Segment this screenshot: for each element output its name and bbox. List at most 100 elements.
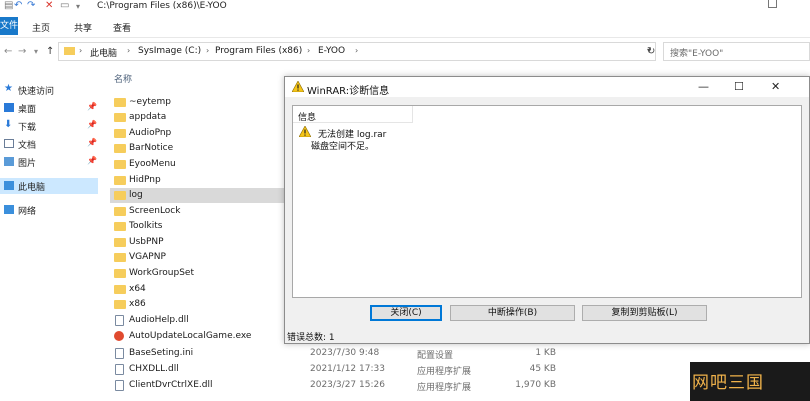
refresh-icon[interactable]: ↻ — [647, 46, 655, 57]
dialog-titlebar[interactable]: WinRAR:诊断信息 — ☐ ✕ — [285, 77, 809, 97]
breadcrumb-pc[interactable]: 此电脑 — [90, 46, 117, 59]
file-name: ~eytemp — [129, 97, 171, 107]
sidebar-item-pictures[interactable]: 图片 📌 — [0, 154, 98, 170]
list-item[interactable]: ClientDvrCtrlXE.dll — [110, 378, 285, 393]
file-type: 应用程序扩展 — [417, 367, 472, 377]
file-size: 1 KB — [535, 348, 556, 358]
list-item[interactable]: BarNotice — [110, 141, 285, 156]
column-header-name[interactable]: 名称 — [114, 72, 132, 85]
up-icon[interactable]: ↑ — [46, 46, 54, 57]
sidebar-item-documents[interactable]: 文档 📌 — [0, 136, 98, 152]
breadcrumb-eyoo[interactable]: E-YOO — [318, 46, 345, 56]
list-item[interactable]: appdata — [110, 110, 285, 125]
properties-icon[interactable]: ▤ — [4, 0, 13, 11]
folder-icon — [114, 222, 126, 231]
diagnostic-message-list[interactable]: 信息 无法创建 log.rar 磁盘空间不足。 — [292, 105, 802, 298]
delete-icon[interactable]: ✕ — [45, 0, 53, 11]
sidebar-item-label: 快速访问 — [18, 87, 55, 97]
folder-icon — [114, 98, 126, 107]
network-icon — [4, 205, 14, 214]
recent-dropdown-icon[interactable]: ▾ — [34, 47, 38, 56]
folder-icon — [114, 160, 126, 169]
list-item[interactable]: UsbPNP — [110, 235, 285, 250]
close-icon[interactable]: ✕ — [771, 80, 780, 93]
pin-icon[interactable]: 📌 — [87, 156, 97, 165]
close-button[interactable]: 关闭(C) — [370, 305, 442, 321]
back-icon[interactable]: ← — [4, 46, 12, 57]
column-header-info[interactable]: 信息 — [293, 106, 413, 123]
folder-icon — [114, 207, 126, 216]
breadcrumb-drive[interactable]: SysImage (C:) — [138, 46, 201, 56]
folder-icon: ▭ — [60, 0, 70, 11]
folder-icon — [114, 269, 126, 278]
navigation-pane: ★ 快速访问 桌面 📌 ⬇ 下载 📌 文档 📌 图片 📌 此电脑 网络 — [0, 66, 100, 401]
file-name: x86 — [129, 299, 146, 309]
maximize-icon[interactable]: ☐ — [734, 80, 744, 93]
sidebar-item-desktop[interactable]: 桌面 📌 — [0, 100, 98, 116]
restore-icon[interactable] — [768, 0, 777, 8]
dialog-title: WinRAR:诊断信息 — [307, 86, 390, 97]
list-item[interactable]: WorkGroupSet — [110, 266, 285, 281]
file-name: BarNotice — [129, 143, 174, 153]
address-bar[interactable]: › 此电脑 › SysImage (C:) › Program Files (x… — [58, 42, 656, 61]
search-input[interactable]: 搜索"E-YOO" — [663, 42, 810, 61]
list-item[interactable]: AudioHelp.dll — [110, 313, 285, 328]
error-count: 错误总数: 1 — [287, 333, 335, 343]
folder-icon — [114, 144, 126, 153]
ribbon: 文件 主页 共享 查看 — [0, 14, 810, 38]
file-type: 配置设置 — [417, 351, 454, 361]
list-item[interactable]: AudioPnp — [110, 126, 285, 141]
folder-icon — [114, 300, 126, 309]
tab-share[interactable]: 共享 — [74, 21, 92, 34]
undo-icon[interactable]: ↶ — [14, 0, 22, 11]
list-item[interactable]: x64 — [110, 282, 285, 297]
copy-to-clipboard-button[interactable]: 复制到剪贴板(L) — [582, 305, 707, 321]
list-item[interactable]: log — [110, 188, 285, 203]
list-item[interactable]: CHXDLL.dll — [110, 362, 285, 377]
list-item[interactable]: AutoUpdateLocalGame.exe — [110, 329, 285, 344]
file-name: ScreenLock — [129, 206, 181, 216]
pin-icon[interactable]: 📌 — [87, 120, 97, 129]
breadcrumb-program-files[interactable]: Program Files (x86) — [215, 46, 302, 56]
pin-icon[interactable]: 📌 — [87, 138, 97, 147]
sidebar-item-downloads[interactable]: ⬇ 下载 📌 — [0, 118, 98, 134]
list-item[interactable]: BaseSeting.ini — [110, 346, 285, 361]
sidebar-item-network[interactable]: 网络 — [0, 202, 98, 218]
tab-view[interactable]: 查看 — [113, 21, 131, 34]
document-icon — [4, 139, 14, 148]
redo-icon[interactable]: ↷ — [27, 0, 35, 11]
forward-icon[interactable]: → — [18, 46, 26, 57]
list-item[interactable]: ScreenLock — [110, 204, 285, 219]
file-name: UsbPNP — [129, 237, 164, 247]
sidebar-item-label: 桌面 — [18, 105, 37, 115]
pin-icon[interactable]: 📌 — [87, 102, 97, 111]
column-header-label: 信息 — [298, 113, 317, 123]
sidebar-item-quick-access[interactable]: ★ 快速访问 — [0, 82, 98, 98]
file-type: 应用程序扩展 — [417, 383, 472, 393]
breadcrumb-separator-icon: › — [127, 46, 131, 55]
list-item[interactable]: x86 — [110, 297, 285, 312]
tab-home[interactable]: 主页 — [32, 21, 50, 34]
list-item[interactable]: ~eytemp — [110, 95, 285, 110]
folder-icon — [64, 47, 75, 55]
list-item[interactable]: Toolkits — [110, 219, 285, 234]
tab-file[interactable]: 文件 — [0, 17, 18, 35]
folder-icon — [114, 285, 126, 294]
file-size: 1,970 KB — [515, 380, 556, 390]
address-row: ← → ▾ ↑ › 此电脑 › SysImage (C:) › Program … — [0, 38, 810, 66]
desktop-icon — [4, 103, 14, 112]
sidebar-item-label: 下载 — [18, 123, 37, 133]
folder-icon — [114, 191, 126, 200]
list-item[interactable]: VGAPNP — [110, 250, 285, 265]
minimize-icon[interactable]: — — [698, 80, 709, 93]
list-item[interactable]: EyooMenu — [110, 157, 285, 172]
sidebar-item-this-pc[interactable]: 此电脑 — [0, 178, 98, 194]
list-item[interactable]: HidPnp — [110, 173, 285, 188]
winrar-diagnostic-dialog: WinRAR:诊断信息 — ☐ ✕ 信息 无法创建 log.rar 磁盘空间不足… — [284, 76, 810, 344]
break-operation-button[interactable]: 中断操作(B) — [450, 305, 575, 321]
file-date: 2023/7/30 9:48 — [310, 348, 380, 358]
star-icon: ★ — [4, 83, 13, 94]
file-name: Toolkits — [129, 221, 163, 231]
quick-access-dropdown-icon[interactable]: ▾ — [76, 2, 80, 11]
file-name: AudioPnp — [129, 128, 172, 138]
